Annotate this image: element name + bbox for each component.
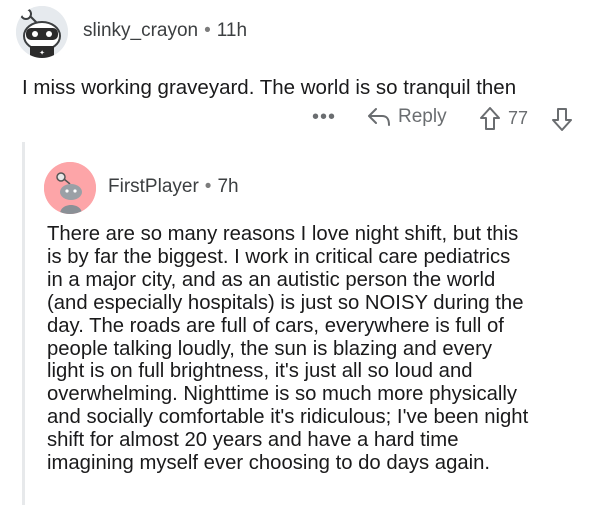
comment-text-line: people talking loudly, the sun is blazin… [47,337,492,360]
avatar[interactable] [44,162,96,214]
username-link[interactable]: slinky_crayon [83,20,198,41]
more-options-button[interactable]: ••• [312,106,336,129]
svg-text:✦: ✦ [39,49,45,57]
downvote-arrow-icon [552,108,572,131]
comment-text-line: light is on full brightness, it's just a… [47,360,473,383]
comment-age: 7h [217,176,239,197]
downvote-button[interactable] [550,106,574,137]
comment-meta: slinky_crayon • 11h [83,20,247,42]
comment-meta: FirstPlayer • 7h [108,176,239,198]
vote-score: 77 [508,108,529,128]
meta-separator: • [204,176,212,197]
meta-separator: • [204,20,211,41]
upvote-arrow-icon [480,107,500,130]
upvote-button[interactable] [478,106,502,137]
comment-text-line: imagining myself ever choosing to do day… [47,452,491,475]
comment-actions: ••• Reply 77 [0,106,599,132]
comment-body: There are so many reasons I love night s… [47,223,592,475]
thread-line[interactable] [22,142,25,505]
comment-text-line: and socially comfortable it's ridiculous… [47,406,529,429]
comment-text-line: There are so many reasons I love night s… [47,223,519,245]
comment-text-line: day. The roads are full of cars, everywh… [47,314,504,337]
comment-text-line: is by far the biggest. I work in critica… [47,245,511,268]
avatar[interactable]: ✦ [16,6,68,58]
comment-age: 11h [216,20,248,41]
reply-arrow-icon [368,108,390,126]
comment-body: I miss working graveyard. The world is s… [22,76,517,99]
comment-text-line: (and especially hospitals) is just so NO… [47,291,524,314]
snoo-avatar-icon: ✦ [16,6,68,58]
comment-text-line: overwhelming. Nighttime is so much more … [47,383,518,406]
reply-label: Reply [398,106,447,127]
comment-text-line: shift for almost 20 years and have a har… [47,429,459,452]
reply-button[interactable]: Reply [366,106,447,128]
username-link[interactable]: FirstPlayer [108,176,199,197]
comment-text-line: in a major city, and as an autistic pers… [47,268,496,291]
snoo-avatar-icon [44,162,96,214]
